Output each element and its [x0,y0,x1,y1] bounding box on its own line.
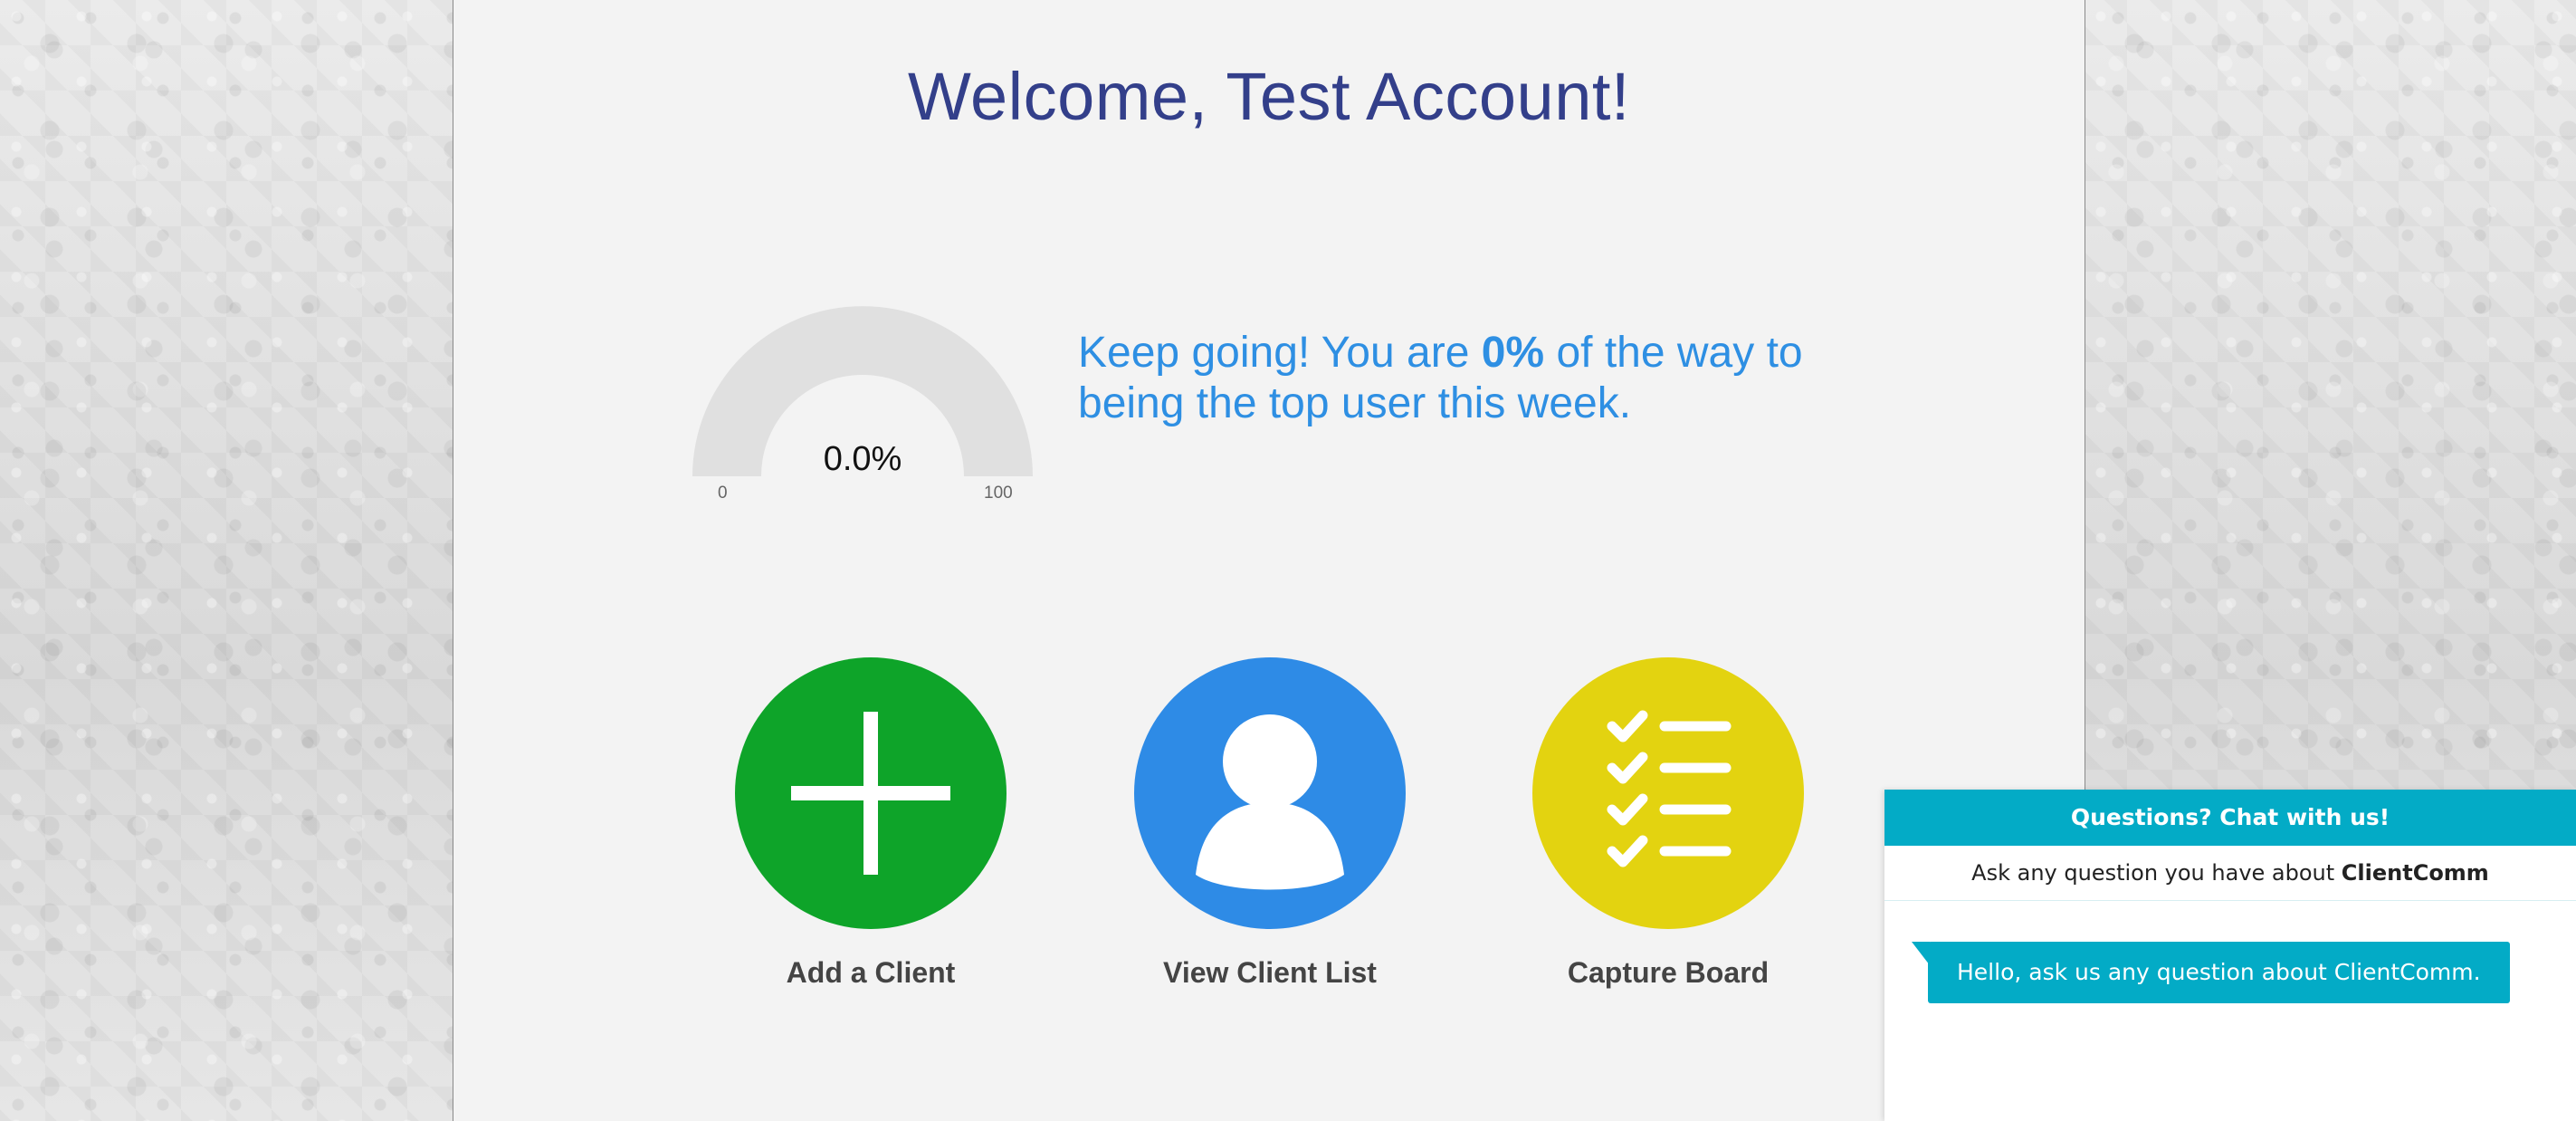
add-client-button[interactable]: Add a Client [735,657,1007,990]
background-pattern-left [0,0,453,1121]
chat-welcome-message: Hello, ask us any question about ClientC… [1928,942,2510,1003]
page-title: Welcome, Test Account! [908,59,1630,134]
chat-widget[interactable]: Questions? Chat with us! Ask any questio… [1884,790,2576,1121]
view-client-list-button[interactable]: View Client List [1134,657,1406,990]
gauge-min-label: 0 [718,484,728,503]
user-icon [1196,714,1344,890]
plus-icon [791,712,950,875]
gauge-max-label: 100 [984,484,1013,503]
capture-board-label[interactable]: Capture Board [1532,956,1804,990]
progress-gauge: 0.0% 0 100 [691,304,1035,513]
add-client-label[interactable]: Add a Client [735,956,1007,990]
chat-brand-name: ClientComm [2341,860,2489,886]
progress-message-prefix: Keep going! You are [1078,329,1482,377]
view-client-list-circle[interactable] [1134,657,1406,929]
progress-message-percent: 0% [1481,329,1545,377]
main-panel: Welcome, Test Account! 0.0% 0 100 Keep g… [453,0,2085,1121]
view-client-list-label[interactable]: View Client List [1134,956,1406,990]
chat-subtitle-text: Ask any question you have about [1971,860,2342,886]
capture-board-circle[interactable] [1532,657,1804,929]
checklist-icon [1607,710,1732,867]
progress-message: Keep going! You are 0% of the way to bei… [1078,328,1856,429]
chat-bubble-tail [1912,942,1930,965]
capture-board-button[interactable]: Capture Board [1532,657,1804,990]
chat-header[interactable]: Questions? Chat with us! [1884,790,2576,846]
add-client-circle[interactable] [735,657,1007,929]
chat-subtitle: Ask any question you have about ClientCo… [1884,846,2576,901]
gauge-value: 0.0% [823,440,902,478]
